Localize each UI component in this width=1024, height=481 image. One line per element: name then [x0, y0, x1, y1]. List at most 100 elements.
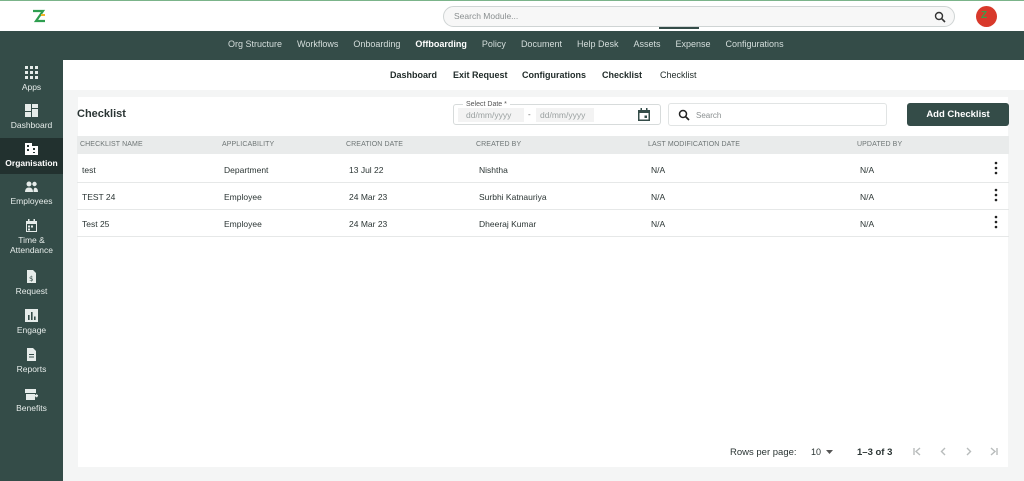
cell-last-modified: N/A	[651, 165, 666, 175]
tab-checklist[interactable]: Checklist	[602, 70, 642, 80]
cell-created-by: Dheeraj Kumar	[479, 219, 537, 229]
page-title: Checklist	[77, 108, 126, 120]
module-help-desk[interactable]: Help Desk	[577, 39, 619, 49]
module-org-structure[interactable]: Org Structure	[228, 39, 282, 49]
more-vert-icon[interactable]	[992, 161, 1000, 175]
module-configurations[interactable]: Configurations	[726, 39, 784, 49]
module-offboarding[interactable]: Offboarding	[415, 39, 467, 49]
module-nav: Org Structure Workflows Onboarding Offbo…	[0, 31, 1024, 60]
cell-updated-by: N/A	[860, 192, 875, 202]
cell-creation-date: 13 Jul 22	[349, 165, 384, 175]
sidebar-item-label: Time &	[18, 235, 45, 245]
module-workflows[interactable]: Workflows	[297, 39, 338, 49]
cell-checklist-name: Test 25	[82, 219, 110, 229]
table-header: CHECKLIST NAME APPLICABILITY CREATION DA…	[77, 136, 1009, 154]
table-row[interactable]: test Department 13 Jul 22 Nishtha N/A N/…	[77, 155, 1009, 183]
sidebar-item-label: Organisation	[5, 158, 58, 168]
apps-icon	[25, 66, 38, 79]
sidebar-item-reports[interactable]: Reports	[0, 348, 63, 382]
table-row[interactable]: TEST 24 Employee 24 Mar 23 Surbhi Katnau…	[77, 182, 1009, 210]
sub-tabs: Dashboard Exit Request Configurations Ch…	[63, 60, 1024, 90]
cell-last-modified: N/A	[651, 192, 666, 202]
search-placeholder: Search	[696, 111, 722, 120]
module-assets[interactable]: Assets	[633, 39, 660, 49]
date-range-picker[interactable]: Select Date * dd/mm/yyyy - dd/mm/yyyy	[453, 101, 661, 125]
active-tab-indicator	[659, 27, 699, 29]
sidebar-item-label: Dashboard	[10, 120, 53, 130]
date-from-input[interactable]: dd/mm/yyyy	[458, 108, 524, 122]
sidebar-item-request[interactable]: $ Request	[0, 270, 63, 304]
sidebar-item-dashboard[interactable]: Dashboard	[0, 103, 63, 137]
module-search-placeholder: Search Module...	[454, 11, 519, 21]
cell-last-modified: N/A	[651, 219, 666, 229]
dropdown-arrow-icon[interactable]	[823, 445, 836, 458]
column-header[interactable]: CHECKLIST NAME	[80, 141, 143, 148]
calendar-icon[interactable]	[638, 108, 650, 121]
next-page-icon[interactable]	[962, 445, 975, 458]
cell-applicability: Department	[224, 165, 269, 175]
sidebar-item-organisation[interactable]: Organisation	[0, 138, 63, 174]
pagination-range: 1–3 of 3	[857, 447, 893, 458]
module-search-input[interactable]: Search Module...	[443, 6, 955, 27]
sidebar-item-label: Engage	[16, 325, 47, 335]
organisation-icon	[25, 143, 38, 155]
column-header[interactable]: CREATION DATE	[346, 141, 403, 148]
sidebar-item-engage[interactable]: Engage	[0, 309, 63, 343]
column-header[interactable]: LAST MODIFICATION DATE	[648, 141, 740, 148]
column-header[interactable]: CREATED BY	[476, 141, 521, 148]
user-avatar[interactable]: Z	[976, 6, 997, 27]
cell-checklist-name: TEST 24	[82, 192, 116, 202]
tab-exit-request[interactable]: Exit Request	[453, 70, 508, 80]
top-bar: Search Module... Z	[0, 0, 1024, 31]
cell-updated-by: N/A	[860, 165, 875, 175]
request-icon: $	[27, 270, 36, 283]
more-vert-icon[interactable]	[992, 215, 1000, 229]
first-page-icon[interactable]	[911, 445, 924, 458]
sidebar: Apps Dashboard Organisation Employees Ti…	[0, 60, 63, 481]
reports-icon	[27, 348, 36, 361]
previous-page-icon[interactable]	[937, 445, 950, 458]
sidebar-item-time-attendance[interactable]: Time & Attendance	[0, 219, 63, 263]
cell-created-by: Nishtha	[479, 165, 508, 175]
cell-checklist-name: test	[82, 165, 96, 175]
tab-configurations[interactable]: Configurations	[522, 70, 586, 80]
engage-icon	[25, 309, 38, 322]
benefits-icon	[25, 389, 38, 400]
column-header[interactable]: UPDATED BY	[857, 141, 902, 148]
sidebar-item-label: Reports	[16, 364, 47, 374]
add-checklist-button[interactable]: Add Checklist	[907, 103, 1009, 126]
cell-applicability: Employee	[224, 192, 262, 202]
cell-applicability: Employee	[224, 219, 262, 229]
column-header[interactable]: APPLICABILITY	[222, 141, 274, 148]
sidebar-item-label: Benefits	[16, 403, 47, 413]
sidebar-item-apps[interactable]: Apps	[0, 65, 63, 99]
date-to-input[interactable]: dd/mm/yyyy	[536, 108, 594, 122]
tab-checklist-active[interactable]: Checklist	[660, 70, 697, 80]
sidebar-item-label: Employees	[10, 196, 53, 206]
dashboard-icon	[25, 104, 38, 117]
sidebar-item-benefits[interactable]: Benefits	[0, 387, 63, 421]
app-logo[interactable]	[32, 9, 46, 23]
sidebar-item-employees[interactable]: Employees	[0, 180, 63, 214]
rows-per-page-select[interactable]: 10	[811, 447, 821, 457]
module-policy[interactable]: Policy	[482, 39, 506, 49]
tab-dashboard[interactable]: Dashboard	[390, 70, 437, 80]
module-document[interactable]: Document	[521, 39, 562, 49]
date-label: Select Date *	[463, 101, 510, 108]
last-page-icon[interactable]	[987, 445, 1000, 458]
checklist-search-input[interactable]: Search	[668, 103, 887, 126]
sidebar-item-label: Apps	[21, 82, 42, 92]
module-onboarding[interactable]: Onboarding	[353, 39, 400, 49]
svg-text:$: $	[29, 275, 33, 283]
employees-icon	[25, 181, 38, 192]
cell-creation-date: 24 Mar 23	[349, 192, 388, 202]
search-icon	[678, 109, 690, 121]
sidebar-item-label: Request	[15, 286, 48, 296]
module-expense[interactable]: Expense	[676, 39, 711, 49]
cell-updated-by: N/A	[860, 219, 875, 229]
date-separator: -	[528, 110, 531, 119]
table-row[interactable]: Test 25 Employee 24 Mar 23 Dheeraj Kumar…	[77, 209, 1009, 237]
cell-creation-date: 24 Mar 23	[349, 219, 388, 229]
search-icon[interactable]	[934, 11, 946, 23]
more-vert-icon[interactable]	[992, 188, 1000, 202]
